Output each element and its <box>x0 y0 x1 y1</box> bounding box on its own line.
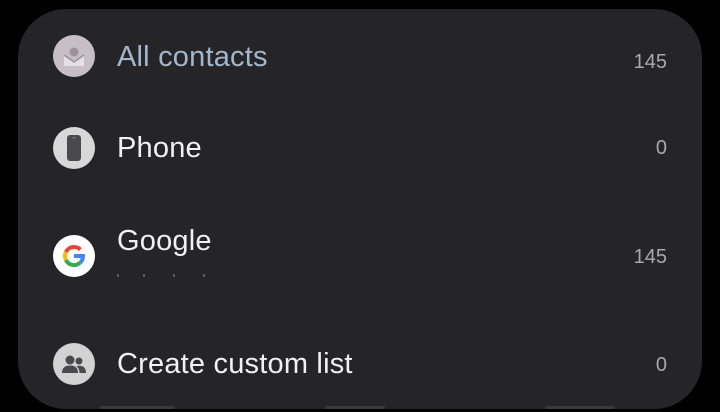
menu-item-all-contacts[interactable]: All contacts 145 <box>18 16 702 96</box>
menu-item-google[interactable]: Google 145 <box>18 216 702 296</box>
menu-item-label: All contacts <box>117 41 268 73</box>
contact-source-menu: All contacts 145 Phone 0 Google 145 Crea… <box>18 9 702 409</box>
menu-item-label: Google <box>117 225 212 257</box>
background-content-peek <box>325 406 385 409</box>
background-content-peek <box>100 406 175 409</box>
contact-count: 0 <box>655 354 667 376</box>
phone-device-icon <box>53 127 95 169</box>
menu-item-phone[interactable]: Phone 0 <box>18 108 702 188</box>
contact-count: 0 <box>655 137 667 159</box>
account-email-redacted <box>117 274 227 280</box>
contact-count: 145 <box>633 51 667 73</box>
google-icon <box>53 235 95 277</box>
contact-count: 145 <box>633 246 667 268</box>
menu-item-create-custom-list[interactable]: Create custom list 0 <box>18 324 702 404</box>
all-contacts-icon <box>53 35 95 77</box>
menu-item-label: Phone <box>117 132 202 164</box>
menu-item-label: Create custom list <box>117 348 353 380</box>
background-content-peek <box>545 406 615 409</box>
group-people-icon <box>53 343 95 385</box>
